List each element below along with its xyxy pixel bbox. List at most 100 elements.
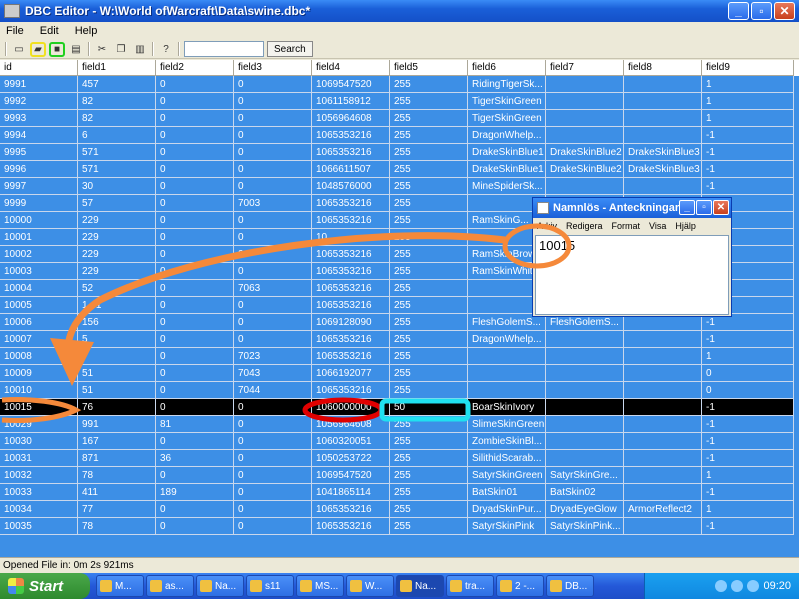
table-cell[interactable]: 0 — [234, 127, 312, 144]
table-cell[interactable]: 1065353216 — [312, 195, 390, 212]
table-cell[interactable]: 255 — [390, 484, 468, 501]
table-cell[interactable]: 78 — [78, 518, 156, 535]
table-cell[interactable]: 1065353216 — [312, 518, 390, 535]
tray-icon[interactable] — [715, 580, 728, 592]
column-header-field6[interactable]: field6 — [468, 60, 546, 76]
table-cell[interactable]: 255 — [390, 263, 468, 280]
column-header-field9[interactable]: field9 — [702, 60, 794, 76]
table-cell[interactable]: 0 — [156, 144, 234, 161]
table-cell[interactable]: 255 — [390, 450, 468, 467]
table-cell[interactable]: 255 — [390, 382, 468, 399]
table-cell[interactable]: 255 — [390, 76, 468, 93]
column-header-field1[interactable]: field1 — [78, 60, 156, 76]
table-cell[interactable]: 167 — [78, 433, 156, 450]
table-cell[interactable]: 1 — [702, 110, 794, 127]
table-cell[interactable]: -1 — [702, 518, 794, 535]
table-cell[interactable]: 255 — [390, 212, 468, 229]
table-cell[interactable]: 9997 — [0, 178, 78, 195]
table-cell[interactable]: 0 — [156, 161, 234, 178]
table-cell[interactable]: 0 — [234, 93, 312, 110]
table-cell[interactable] — [546, 450, 624, 467]
table-cell[interactable]: 1065353216 — [312, 297, 390, 314]
table-cell[interactable]: TigerSkinGreen — [468, 110, 546, 127]
taskbar-button[interactable]: s11 — [246, 575, 294, 597]
table-cell[interactable]: 255 — [390, 161, 468, 178]
table-cell[interactable]: 1065353216 — [312, 263, 390, 280]
table-cell[interactable] — [624, 178, 702, 195]
table-cell[interactable]: 0 — [234, 399, 312, 416]
help-icon[interactable]: ? — [158, 42, 174, 57]
table-cell[interactable]: 1048576000 — [312, 178, 390, 195]
table-cell[interactable] — [624, 382, 702, 399]
table-cell[interactable]: 1 — [702, 76, 794, 93]
table-cell[interactable]: 1...1 — [78, 297, 156, 314]
table-cell[interactable]: 5 — [78, 331, 156, 348]
table-cell[interactable] — [546, 365, 624, 382]
table-cell[interactable]: 50 — [390, 399, 468, 416]
table-cell[interactable]: 255 — [390, 314, 468, 331]
table-cell[interactable]: 0 — [156, 195, 234, 212]
table-cell[interactable]: 0 — [156, 433, 234, 450]
notepad-menu-visa[interactable]: Visa — [649, 221, 666, 231]
table-cell[interactable] — [624, 416, 702, 433]
table-cell[interactable]: 1065353216 — [312, 246, 390, 263]
column-header-field2[interactable]: field2 — [156, 60, 234, 76]
table-cell[interactable]: DryadEyeGlow — [546, 501, 624, 518]
table-cell[interactable]: 0 — [156, 399, 234, 416]
table-cell[interactable]: 1060000000 — [312, 399, 390, 416]
table-cell[interactable]: 36 — [156, 450, 234, 467]
table-cell[interactable]: 571 — [78, 144, 156, 161]
table-cell[interactable]: SatyrSkinPink — [468, 518, 546, 535]
table-cell[interactable]: 255 — [390, 93, 468, 110]
table-cell[interactable]: 9991 — [0, 76, 78, 93]
table-cell[interactable]: DrakeSkinBlue1 — [468, 144, 546, 161]
table-cell[interactable]: 7043 — [234, 365, 312, 382]
table-cell[interactable]: -1 — [702, 416, 794, 433]
table-row[interactable]: 9993 82 0 0 1056964608 255 TigerSkinGreen 1 — [0, 110, 799, 127]
table-cell[interactable]: 1065353216 — [312, 144, 390, 161]
table-cell[interactable]: ZombieSkinBl... — [468, 433, 546, 450]
table-cell[interactable]: 1 — [702, 348, 794, 365]
table-cell[interactable]: 10032 — [0, 467, 78, 484]
table-cell[interactable] — [624, 450, 702, 467]
table-cell[interactable]: 0 — [234, 314, 312, 331]
table-cell[interactable] — [546, 178, 624, 195]
table-cell[interactable]: 0 — [156, 365, 234, 382]
table-cell[interactable]: BatSkin01 — [468, 484, 546, 501]
copy-icon[interactable]: ❐ — [113, 42, 129, 57]
table-cell[interactable] — [624, 93, 702, 110]
table-cell[interactable]: 0 — [234, 229, 312, 246]
table-row[interactable]: 10034 77 0 0 1065353216 255 DryadSkinPur... Dry… — [0, 501, 799, 518]
table-cell[interactable]: 1069128090 — [312, 314, 390, 331]
table-cell[interactable]: 1061158912 — [312, 93, 390, 110]
table-cell[interactable]: 0 — [234, 212, 312, 229]
table-cell[interactable]: 255 — [390, 416, 468, 433]
table-cell[interactable]: 0 — [234, 144, 312, 161]
table-cell[interactable]: 255 — [390, 467, 468, 484]
table-cell[interactable]: 1069547520 — [312, 467, 390, 484]
table-cell[interactable]: 0 — [156, 331, 234, 348]
table-cell[interactable]: -1 — [702, 161, 794, 178]
table-row[interactable]: 10033 411 189 0 1041865114 255 BatSkin01 BatSki… — [0, 484, 799, 501]
notepad-maximize-button[interactable]: ▫ — [696, 200, 712, 215]
table-cell[interactable]: 255 — [390, 433, 468, 450]
table-cell[interactable]: 10010 — [0, 382, 78, 399]
table-row[interactable]: 9997 30 0 0 1048576000 255 MineSpiderSk... -1 — [0, 178, 799, 195]
table-cell[interactable] — [546, 127, 624, 144]
table-cell[interactable]: 0 — [156, 382, 234, 399]
table-cell[interactable]: 0 — [156, 348, 234, 365]
column-header-field3[interactable]: field3 — [234, 60, 312, 76]
table-cell[interactable]: 0 — [702, 382, 794, 399]
table-cell[interactable]: 229 — [78, 263, 156, 280]
table-cell[interactable]: 255 — [390, 127, 468, 144]
table-cell[interactable]: 0 — [156, 229, 234, 246]
table-cell[interactable]: 10009 — [0, 365, 78, 382]
table-cell[interactable] — [624, 331, 702, 348]
column-header-field4[interactable]: field4 — [312, 60, 390, 76]
table-cell[interactable]: 1 — [702, 501, 794, 518]
table-cell[interactable]: 1069547520 — [312, 76, 390, 93]
taskbar-button[interactable]: MS... — [296, 575, 344, 597]
table-cell[interactable]: 229 — [78, 246, 156, 263]
table-cell[interactable] — [624, 518, 702, 535]
table-cell[interactable] — [78, 348, 156, 365]
